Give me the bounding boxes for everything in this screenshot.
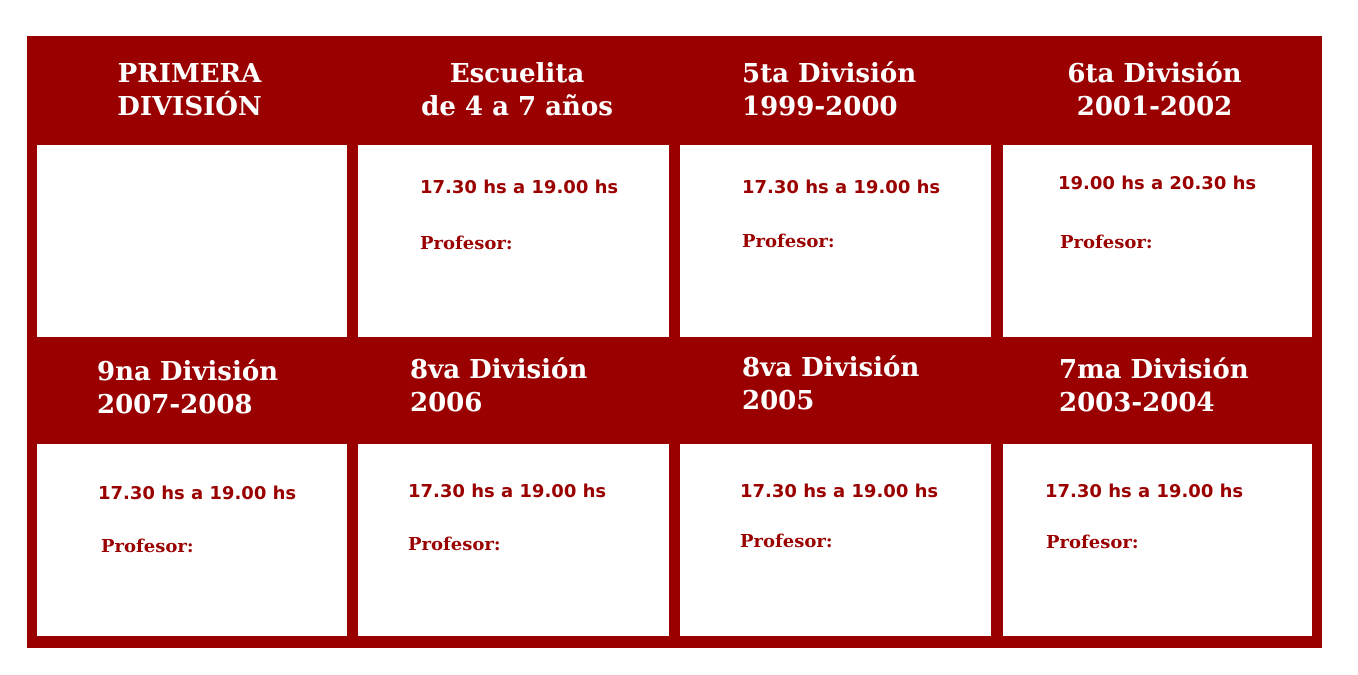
category-title-escuelita: Escuelita de 4 a 7 años (402, 58, 632, 124)
category-title-line2: 2007-2008 (97, 390, 253, 420)
category-box-5ta: 17.30 hs a 19.00 hs Profesor: (680, 145, 991, 337)
schedule-time: 17.30 hs a 19.00 hs (1045, 481, 1244, 502)
category-title-line1: 9na División (97, 357, 279, 387)
category-title-primera: PRIMERA DIVISIÓN (87, 58, 292, 124)
teacher-label: Profesor: (1046, 532, 1139, 553)
category-title-line2: 2003-2004 (1059, 388, 1215, 418)
category-box-8va-2006: 17.30 hs a 19.00 hs Profesor: (358, 444, 669, 636)
category-box-9na: 17.30 hs a 19.00 hs Profesor: (37, 444, 347, 636)
category-title-8va-2006: 8va División 2006 (410, 354, 587, 420)
category-box-escuelita: 17.30 hs a 19.00 hs Profesor: (358, 145, 669, 337)
category-box-7ma: 17.30 hs a 19.00 hs Profesor: (1003, 444, 1312, 636)
category-title-9na: 9na División 2007-2008 (97, 356, 278, 422)
schedule-time: 17.30 hs a 19.00 hs (742, 177, 941, 198)
schedule-time: 17.30 hs a 19.00 hs (98, 483, 297, 504)
category-title-line2: de 4 a 7 años (421, 92, 613, 122)
teacher-label: Profesor: (1060, 232, 1153, 253)
category-title-8va-2005: 8va División 2005 (742, 352, 919, 418)
category-title-line1: 5ta División (742, 59, 917, 89)
category-title-line1: PRIMERA (117, 59, 262, 89)
category-title-line1: Escuelita (449, 59, 585, 89)
teacher-label: Profesor: (101, 536, 194, 557)
category-title-line2: 2006 (410, 388, 483, 418)
schedule-time: 19.00 hs a 20.30 hs (1058, 173, 1257, 194)
schedule-time: 17.30 hs a 19.00 hs (408, 481, 607, 502)
teacher-label: Profesor: (408, 534, 501, 555)
schedule-time: 17.30 hs a 19.00 hs (740, 481, 939, 502)
category-box-8va-2005: 17.30 hs a 19.00 hs Profesor: (680, 444, 991, 636)
category-title-line1: 7ma División (1059, 355, 1249, 385)
category-title-5ta: 5ta División 1999-2000 (742, 58, 916, 124)
teacher-label: Profesor: (740, 531, 833, 552)
category-title-line2: 2001-2002 (1076, 92, 1233, 122)
category-title-line1: 6ta División (1067, 59, 1242, 89)
category-title-7ma: 7ma División 2003-2004 (1059, 354, 1249, 420)
category-title-line1: 8va División (410, 355, 588, 385)
category-box-6ta: 19.00 hs a 20.30 hs Profesor: (1003, 145, 1312, 337)
teacher-label: Profesor: (742, 231, 835, 252)
category-box-primera (37, 145, 347, 337)
teacher-label: Profesor: (420, 233, 513, 254)
category-title-6ta: 6ta División 2001-2002 (1052, 58, 1257, 124)
category-title-line1: 8va División (742, 353, 920, 383)
schedule-time: 17.30 hs a 19.00 hs (420, 177, 619, 198)
category-title-line2: 2005 (742, 386, 815, 416)
category-title-line2: DIVISIÓN (117, 92, 262, 122)
category-title-line2: 1999-2000 (742, 92, 898, 122)
schedule-board: PRIMERA DIVISIÓN Escuelita de 4 a 7 años… (27, 36, 1322, 648)
